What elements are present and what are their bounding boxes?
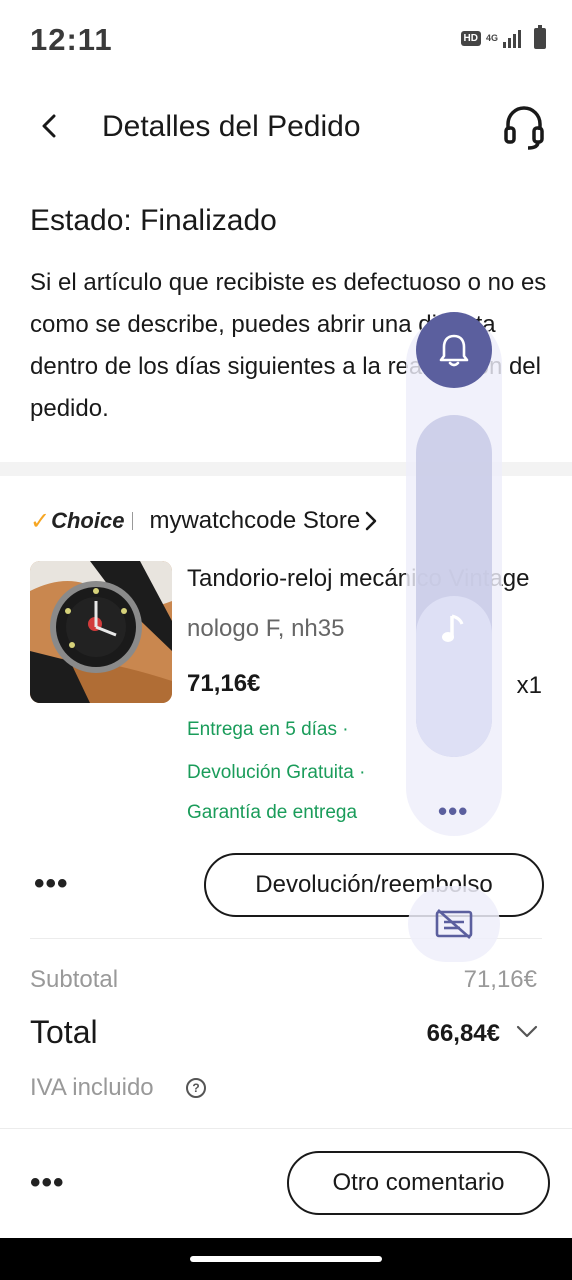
- total-label: Total: [30, 1014, 98, 1050]
- media-volume-slider[interactable]: [416, 415, 492, 757]
- store-name[interactable]: mywatchcode Store: [149, 507, 360, 535]
- product-quantity: x1: [516, 672, 542, 699]
- item-more-options-button[interactable]: •••: [34, 869, 69, 899]
- music-note-icon: [442, 614, 464, 642]
- choice-separator: [132, 512, 134, 530]
- system-navigation-bar: [0, 1238, 572, 1280]
- subtotal-value: 71,16€: [463, 966, 537, 993]
- chevron-down-icon[interactable]: [516, 1024, 538, 1040]
- product-image[interactable]: [30, 561, 172, 703]
- battery-icon: [534, 25, 546, 49]
- chevron-right-icon: [365, 511, 377, 531]
- customer-support-headset-icon[interactable]: [502, 104, 546, 152]
- free-return-info: Devolución Gratuita ·: [187, 762, 366, 783]
- other-comment-button[interactable]: Otro comentario: [287, 1151, 550, 1215]
- hd-icon: HD: [460, 31, 481, 46]
- captions-off-icon: [435, 909, 473, 939]
- choice-badge: ✓ Choice: [30, 507, 124, 536]
- subtotal-label: Subtotal: [30, 966, 119, 993]
- network-type-icon: 4G: [485, 33, 498, 43]
- product-variant: nologo F, nh35: [187, 615, 345, 642]
- status-icons: HD 4G: [460, 25, 546, 49]
- page-title: Detalles del Pedido: [102, 110, 361, 143]
- delivery-guarantee-info: Garantía de entrega: [187, 802, 358, 823]
- ringer-mode-button[interactable]: [416, 312, 492, 388]
- store-row[interactable]: ✓ Choice mywatchcode Store: [30, 504, 378, 538]
- status-time: 12:11: [30, 22, 113, 57]
- live-caption-button[interactable]: [408, 886, 500, 962]
- help-question-icon[interactable]: ?: [186, 1078, 206, 1098]
- choice-label: Choice: [51, 508, 125, 533]
- status-bar: 12:11 HD 4G: [0, 0, 572, 80]
- back-arrow-icon[interactable]: [30, 106, 70, 146]
- volume-more-options-button[interactable]: •••: [438, 796, 468, 827]
- footer-more-options-button[interactable]: •••: [30, 1168, 65, 1198]
- footer-divider: [0, 1128, 572, 1129]
- bell-icon: [439, 334, 469, 367]
- tax-included-label: IVA incluido: [30, 1074, 154, 1101]
- delivery-time-info: Entrega en 5 días ·: [187, 719, 349, 740]
- home-gesture-handle[interactable]: [190, 1256, 382, 1262]
- order-status-title: Estado: Finalizado: [30, 204, 277, 237]
- total-value[interactable]: 66,84€: [427, 1020, 500, 1048]
- product-price: 71,16€: [187, 670, 261, 697]
- app-bar: Detalles del Pedido: [0, 88, 572, 168]
- signal-icon: [503, 29, 521, 48]
- choice-check-icon: ✓: [30, 507, 51, 535]
